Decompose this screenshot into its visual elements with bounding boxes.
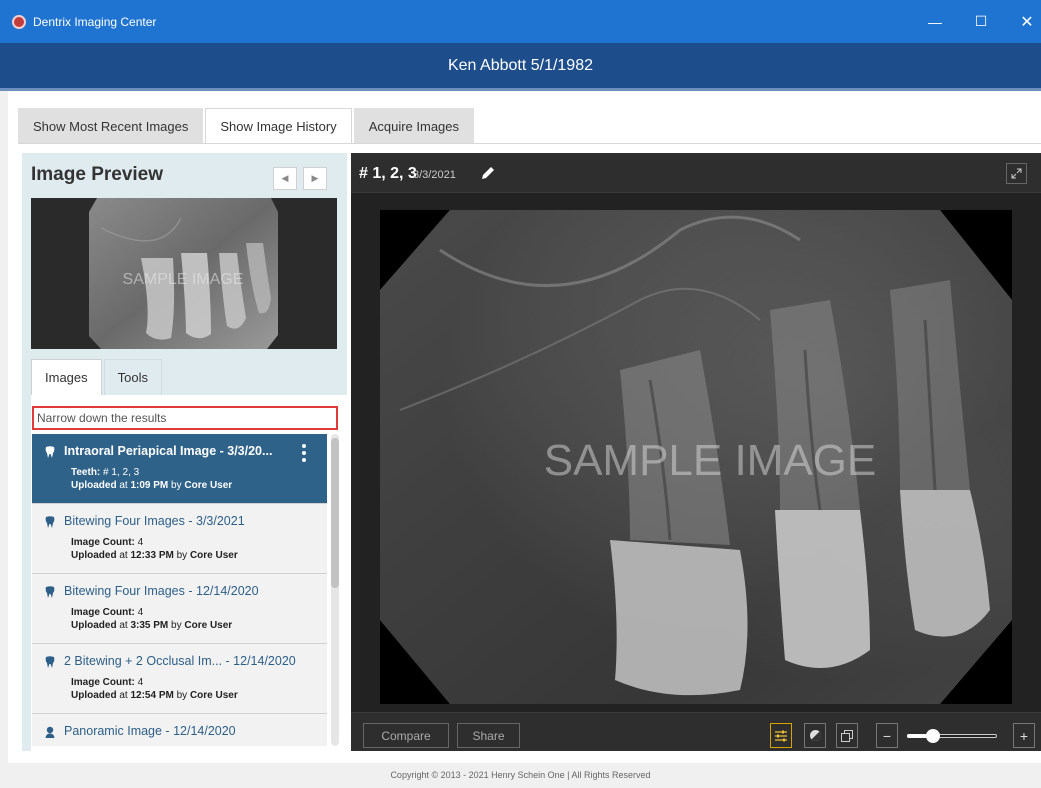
images-tab-panel: Intraoral Periapical Image - 3/3/20... T… — [31, 395, 347, 751]
list-item-title: Bitewing Four Images - 3/3/2021 — [64, 514, 245, 528]
viewer-teeth-label: # 1, 2, 3 — [359, 165, 417, 182]
list-item-teeth: Teeth: # 1, 2, 3 — [71, 467, 140, 478]
zoom-slider-handle[interactable] — [926, 729, 940, 743]
contrast-button[interactable] — [804, 723, 826, 748]
pencil-icon[interactable] — [480, 165, 496, 181]
share-button[interactable]: Share — [457, 723, 520, 748]
list-item-title: 2 Bitewing + 2 Occlusal Im... - 12/14/20… — [64, 654, 296, 668]
compare-button[interactable]: Compare — [363, 723, 449, 748]
image-result-list: Intraoral Periapical Image - 3/3/20... T… — [32, 434, 327, 746]
xray-watermark: SAMPLE IMAGE — [544, 436, 877, 485]
list-scrollbar-thumb[interactable] — [331, 438, 339, 588]
viewer-toolbar: Compare Share − + — [351, 712, 1041, 751]
list-item-count: Image Count: 4 — [71, 607, 144, 618]
list-item[interactable]: 2 Bitewing + 2 Occlusal Im... - 12/14/20… — [32, 644, 327, 714]
sliders-icon — [775, 730, 787, 741]
person-icon — [45, 726, 55, 738]
image-preview-panel: Image Preview ◀ ▶ SAMPLE IMAGE Images To… — [22, 153, 347, 751]
more-options-icon[interactable] — [301, 444, 307, 462]
copy-button[interactable] — [836, 723, 858, 748]
list-item-title: Bitewing Four Images - 12/14/2020 — [64, 584, 259, 598]
patient-header: Ken Abbott 5/1/1982 — [0, 43, 1041, 91]
window-title: Dentrix Imaging Center — [33, 14, 157, 29]
tooth-icon — [45, 656, 55, 668]
image-viewer: # 1, 2, 3 3/3/2021 SAMPLE IMAGE Compare … — [351, 153, 1041, 751]
tab-images[interactable]: Images — [31, 359, 102, 395]
list-item[interactable]: Bitewing Four Images - 3/3/2021 Image Co… — [32, 504, 327, 574]
list-item-count: Image Count: 4 — [71, 677, 144, 688]
preview-watermark: SAMPLE IMAGE — [123, 271, 244, 288]
zoom-in-button[interactable]: + — [1013, 723, 1035, 748]
viewer-date: 3/3/2021 — [413, 169, 456, 181]
expand-icon[interactable] — [1006, 163, 1027, 184]
list-item[interactable]: Panoramic Image - 12/14/2020 — [32, 714, 327, 746]
tab-show-image-history[interactable]: Show Image History — [205, 108, 352, 144]
list-item-uploaded: Uploaded at 12:54 PM by Core User — [71, 690, 238, 701]
tooth-icon — [45, 446, 55, 458]
xray-image[interactable]: SAMPLE IMAGE — [380, 210, 1012, 704]
contrast-icon — [809, 730, 821, 742]
tab-divider — [18, 143, 1041, 144]
list-item-title: Panoramic Image - 12/14/2020 — [64, 724, 236, 738]
caret-left-icon: ◀ — [281, 173, 289, 183]
adjustments-button[interactable] — [770, 723, 792, 748]
caret-right-icon: ▶ — [311, 173, 319, 183]
app-logo-icon — [12, 14, 26, 29]
copyright-footer: Copyright © 2013 - 2021 Henry Schein One… — [390, 770, 651, 780]
xray-thumbnail-image: SAMPLE IMAGE — [89, 198, 278, 349]
minus-icon: − — [882, 727, 892, 744]
list-item[interactable]: Intraoral Periapical Image - 3/3/20... T… — [32, 434, 327, 504]
previous-image-button[interactable]: ◀ — [273, 167, 297, 190]
tooth-icon — [45, 516, 55, 528]
search-input[interactable] — [32, 406, 338, 430]
list-item-count: Image Count: 4 — [71, 537, 144, 548]
maximize-button[interactable]: ☐ — [958, 0, 1004, 43]
tooth-icon — [45, 586, 55, 598]
close-button[interactable]: ✕ — [1004, 0, 1041, 43]
title-bar: Dentrix Imaging Center — ☐ ✕ — [0, 0, 1041, 43]
list-item-uploaded: Uploaded at 12:33 PM by Core User — [71, 550, 238, 561]
main-content: Show Most Recent Images Show Image Histo… — [8, 91, 1041, 763]
tab-acquire-images[interactable]: Acquire Images — [353, 108, 475, 144]
main-tabs: Show Most Recent Images Show Image Histo… — [18, 108, 476, 144]
image-preview-thumbnail[interactable]: SAMPLE IMAGE — [31, 198, 337, 349]
list-item-uploaded: Uploaded at 1:09 PM by Core User — [71, 480, 233, 491]
app-window: Dentrix Imaging Center — ☐ ✕ Ken Abbott … — [0, 0, 1041, 788]
side-tabs: Images Tools — [31, 359, 164, 395]
list-item-title: Intraoral Periapical Image - 3/3/20... — [64, 444, 273, 458]
minimize-button[interactable]: — — [912, 0, 958, 43]
image-preview-title: Image Preview — [31, 164, 164, 185]
tab-tools[interactable]: Tools — [103, 359, 162, 395]
viewer-header: # 1, 2, 3 3/3/2021 — [351, 153, 1041, 193]
plus-icon: + — [1019, 727, 1029, 744]
list-item[interactable]: Bitewing Four Images - 12/14/2020 Image … — [32, 574, 327, 644]
tab-show-most-recent-images[interactable]: Show Most Recent Images — [18, 108, 204, 144]
zoom-slider[interactable] — [907, 729, 997, 743]
copy-icon — [841, 729, 853, 742]
zoom-out-button[interactable]: − — [876, 723, 898, 748]
list-item-uploaded: Uploaded at 3:35 PM by Core User — [71, 620, 233, 631]
next-image-button[interactable]: ▶ — [303, 167, 327, 190]
list-scrollbar[interactable] — [331, 434, 339, 746]
